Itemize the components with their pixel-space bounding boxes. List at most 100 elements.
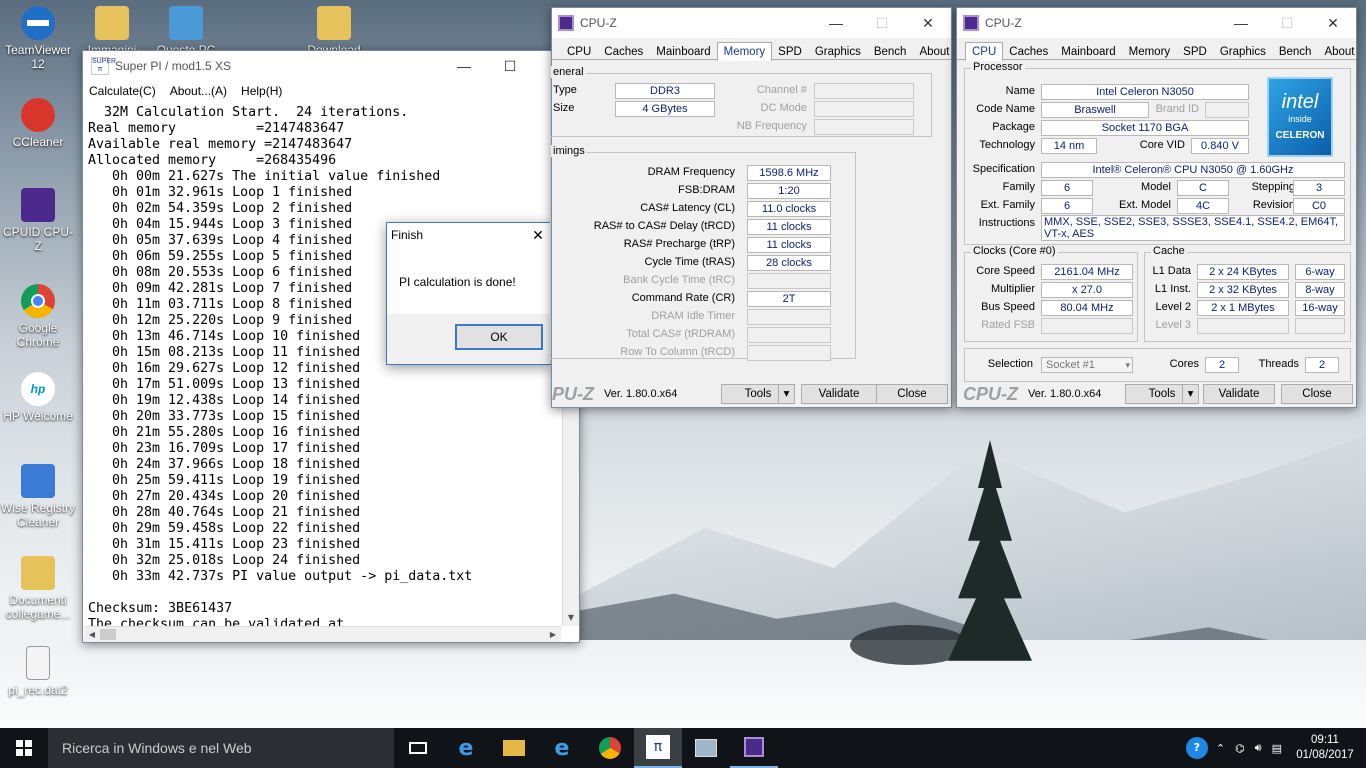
cpuz-logo: PU-Z	[552, 383, 594, 404]
processor-group: Processor Name Intel Celeron N3050 Code …	[964, 61, 1351, 245]
internet-explorer-button[interactable]: e	[538, 728, 586, 768]
cpuz-app-icon	[558, 15, 574, 31]
hscrollbar-thumb[interactable]	[100, 629, 116, 640]
maximize-button[interactable]: ☐	[487, 51, 533, 81]
tab-memory[interactable]: Memory	[716, 42, 773, 61]
network-icon[interactable]: ⌬	[1235, 742, 1245, 755]
desktop-icon-label: Wise Registry Cleaner	[0, 501, 75, 529]
tab-mainboard[interactable]: Mainboard	[649, 42, 717, 60]
start-button[interactable]	[0, 728, 48, 768]
timing-value: 11 clocks	[747, 237, 831, 253]
menu-about[interactable]: About...(A)	[170, 84, 227, 98]
tab-caches[interactable]: Caches	[1002, 42, 1055, 60]
desktop-icon-chrome[interactable]: Google Chrome	[0, 284, 76, 349]
desktop-icon-wise-registry[interactable]: Wise Registry Cleaner	[0, 464, 76, 529]
desktop-icon-label: Documenti collegame...	[5, 593, 71, 621]
desktop-icon-hp-welcome[interactable]: hp HP Welcome	[0, 372, 76, 423]
maximize-button[interactable]: ☐	[859, 8, 905, 38]
multiplier-field: x 27.0	[1041, 282, 1133, 298]
tab-graphics[interactable]: Graphics	[808, 42, 868, 60]
edge-icon: e	[458, 735, 474, 761]
validate-button[interactable]: Validate	[1203, 384, 1275, 404]
tools-dropdown-arrow[interactable]: ▾	[1182, 384, 1199, 404]
cpuz-cpu-footer: CPU-Z Ver. 1.80.0.x64 Tools ▾ Validate C…	[957, 381, 1356, 407]
cpuz-taskbar-button[interactable]	[730, 728, 778, 768]
rated-fsb-field	[1041, 318, 1133, 334]
tab-mainboard[interactable]: Mainboard	[1054, 42, 1122, 60]
superpi-titlebar[interactable]: SUPERπ Super PI / mod1.5 XS — ☐ ✕	[83, 51, 579, 81]
maximize-button[interactable]: ☐	[1264, 8, 1310, 38]
chrome-taskbar-button[interactable]	[586, 728, 634, 768]
superpi-taskbar-button[interactable]: π	[634, 728, 682, 768]
desktop-icon-documenti[interactable]: Documenti collegame...	[0, 556, 76, 621]
validate-button[interactable]: Validate	[801, 384, 877, 404]
file-explorer-button[interactable]	[490, 728, 538, 768]
tab-cpu[interactable]: CPU	[965, 42, 1004, 61]
tab-spd[interactable]: SPD	[771, 42, 809, 60]
teamviewer-icon	[21, 6, 55, 40]
memory-size-field: 4 GBytes	[615, 101, 715, 117]
search-box[interactable]: Ricerca in Windows e nel Web	[48, 728, 394, 768]
output-line: Checksum: 3BE61437	[88, 601, 233, 616]
cpuz-cpu-titlebar[interactable]: CPU-Z — ☐ ✕	[957, 8, 1356, 38]
cpuz-cpu-window: CPU-Z — ☐ ✕ CPU Caches Mainboard Memory SPD G…	[956, 7, 1357, 408]
l1-inst-way-field: 8-way	[1295, 282, 1345, 298]
show-hidden-icons-icon[interactable]: ⌃	[1216, 742, 1225, 755]
output-line: 32M Calculation Start. 24 iterations.	[88, 105, 409, 120]
menu-help[interactable]: Help(H)	[241, 84, 282, 98]
minimize-button[interactable]: —	[813, 8, 859, 38]
memory-type-field: DDR3	[615, 83, 715, 99]
desktop-icon-teamviewer[interactable]: TeamViewer 12	[0, 6, 76, 71]
output-line: 0h 27m 20.434s Loop 20 finished	[88, 489, 361, 504]
timing-label: Cycle Time (tRAS)	[644, 256, 735, 268]
timing-label: CAS# Latency (CL)	[640, 202, 735, 214]
folder-icon	[503, 740, 525, 756]
version-label: Ver. 1.80.0.x64	[604, 388, 678, 400]
cpuz-memory-titlebar[interactable]: CPU-Z — ☐ ✕	[552, 8, 951, 38]
task-view-button[interactable]	[394, 728, 442, 768]
revision-field: C0	[1293, 198, 1345, 214]
cpuz-memory-footer: PU-Z Ver. 1.80.0.x64 Tools ▾ Validate Cl…	[552, 381, 951, 407]
tab-bench[interactable]: Bench	[1272, 42, 1319, 60]
socket-select[interactable]: Socket #1 ▾	[1041, 357, 1133, 373]
menu-calculate[interactable]: Calculate(C)	[89, 84, 156, 98]
minimize-button[interactable]: —	[1218, 8, 1264, 38]
tab-bench[interactable]: Bench	[867, 42, 914, 60]
dialog-message: PI calculation is done!	[399, 275, 516, 289]
desktop-icon-ccleaner[interactable]: CCleaner	[0, 98, 76, 149]
tab-spd[interactable]: SPD	[1176, 42, 1214, 60]
tab-about[interactable]: About	[912, 42, 956, 60]
desktop-icon-cpuz[interactable]: CPUID CPU-Z	[0, 188, 76, 253]
horizontal-scrollbar[interactable]: ◀ ▶	[84, 626, 561, 642]
action-center-icon[interactable]: ▤	[1272, 742, 1282, 755]
help-icon[interactable]: ?	[1185, 737, 1208, 759]
close-button[interactable]: ✕	[1310, 8, 1356, 38]
clock[interactable]: 09:11 01/08/2017	[1294, 733, 1356, 763]
tab-memory[interactable]: Memory	[1122, 42, 1178, 60]
control-panel-button[interactable]	[682, 728, 730, 768]
desktop-icon-pi-rec[interactable]: pi_rec.dat2	[0, 646, 76, 697]
clocks-group: Clocks (Core #0) Core Speed 2161.04 MHz …	[964, 245, 1138, 342]
desktop-icon-label: CCleaner	[12, 135, 64, 149]
tab-graphics[interactable]: Graphics	[1213, 42, 1273, 60]
tab-cpu[interactable]: CPU	[560, 42, 598, 60]
model-field: C	[1177, 180, 1229, 196]
tab-about[interactable]: About	[1317, 42, 1361, 60]
output-line: 0h 02m 54.359s Loop 2 finished	[88, 201, 353, 216]
output-line: 0h 32m 25.018s Loop 24 finished	[88, 553, 361, 568]
output-line: 0h 21m 55.280s Loop 16 finished	[88, 425, 361, 440]
dialog-close-button[interactable]: ✕	[525, 227, 551, 244]
timing-value	[747, 345, 831, 361]
volume-icon[interactable]: 🔊︎	[1255, 741, 1262, 755]
close-button-footer[interactable]: Close	[876, 384, 948, 404]
clock-date: 01/08/2017	[1296, 749, 1354, 761]
ok-button[interactable]: OK	[455, 324, 543, 350]
tools-dropdown-arrow[interactable]: ▾	[778, 384, 795, 404]
edge-button[interactable]: e	[442, 728, 490, 768]
close-button[interactable]: ✕	[905, 8, 951, 38]
tab-caches[interactable]: Caches	[597, 42, 650, 60]
level3-way-field	[1295, 318, 1345, 334]
minimize-button[interactable]: —	[441, 51, 487, 81]
close-button-footer[interactable]: Close	[1281, 384, 1353, 404]
package-field: Socket 1170 BGA	[1041, 120, 1249, 136]
